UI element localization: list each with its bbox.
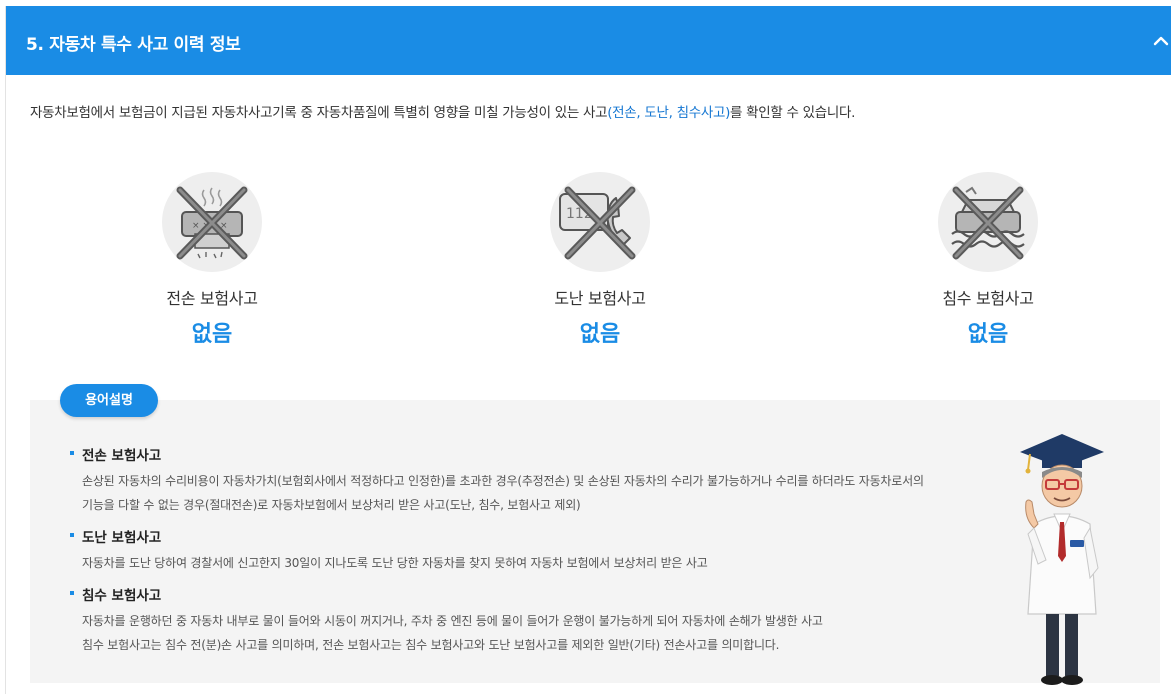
term-title: 침수 보험사고	[70, 584, 823, 604]
bullet-icon	[70, 533, 74, 537]
flooded-car-icon	[938, 172, 1038, 272]
term-description: 자동차를 도난 당하여 경찰서에 신고한지 30일이 지나도록 도난 당한 자동…	[70, 551, 708, 575]
term-title: 전손 보험사고	[70, 444, 924, 464]
stolen-car-phone-icon: 112	[550, 172, 650, 272]
glossary-term: 도난 보험사고 자동차를 도난 당하여 경찰서에 신고한지 30일이 지나도록 …	[70, 526, 708, 575]
bullet-icon	[70, 451, 74, 455]
accident-label: 침수 보험사고	[942, 289, 1034, 308]
term-title-text: 도난 보험사고	[82, 530, 162, 546]
intro-text: 자동차보험에서 보험금이 지급된 자동차사고기록 중 자동차품질에 특별히 영향…	[30, 101, 855, 121]
accident-label: 전손 보험사고	[166, 289, 258, 308]
term-title-text: 침수 보험사고	[82, 588, 162, 604]
accident-value: 없음	[579, 322, 621, 347]
term-line: 자동차를 도난 당하여 경찰서에 신고한지 30일이 지나도록 도난 당한 자동…	[82, 556, 708, 570]
glossary-term: 침수 보험사고 자동차를 운행하던 중 자동차 내부로 물이 들어와 시동이 꺼…	[70, 584, 823, 657]
chevron-up-icon[interactable]	[1150, 30, 1171, 52]
term-title-text: 전손 보험사고	[82, 448, 162, 464]
term-line: 자동차를 운행하던 중 자동차 내부로 물이 들어와 시동이 꺼지거나, 주차 …	[82, 614, 823, 628]
term-line: 손상된 자동차의 수리비용이 자동차가치(보험회사에서 적정하다고 인정한)를 …	[82, 474, 924, 488]
glossary-term: 전손 보험사고 손상된 자동차의 수리비용이 자동차가치(보험회사에서 적정하다…	[70, 444, 924, 517]
doctor-mascot-icon	[1012, 428, 1112, 694]
term-description: 자동차를 운행하던 중 자동차 내부로 물이 들어와 시동이 꺼지거나, 주차 …	[70, 609, 823, 657]
accident-total-loss: × × × 전손 보험사고 없음	[112, 172, 312, 348]
accident-value: 없음	[967, 322, 1009, 347]
bullet-icon	[70, 591, 74, 595]
intro-highlight: (전손, 도난, 침수사고)	[607, 105, 731, 121]
term-line: 침수 보험사고는 침수 전(분)손 사고를 의미하며, 전손 보험사고는 침수 …	[82, 638, 780, 652]
accident-label: 도난 보험사고	[554, 289, 646, 308]
glossary-badge: 용어설명	[60, 384, 158, 417]
intro-text-part: 를 확인할 수 있습니다.	[730, 105, 856, 121]
accident-theft: 112 도난 보험사고 없음	[500, 172, 700, 348]
intro-text-part: 자동차보험에서 보험금이 지급된 자동차사고기록 중 자동차품질에 특별히 영향…	[30, 105, 608, 121]
accident-value: 없음	[191, 322, 233, 347]
term-title: 도난 보험사고	[70, 526, 708, 546]
wrecked-car-icon: × × ×	[162, 172, 262, 272]
section-header[interactable]: 5. 자동차 특수 사고 이력 정보	[6, 6, 1171, 75]
term-line: 기능을 다할 수 없는 경우(절대전손)로 자동차보험에서 보상처리 받은 사고…	[82, 498, 581, 512]
accident-flood: 침수 보험사고 없음	[888, 172, 1088, 348]
section-title: 5. 자동차 특수 사고 이력 정보	[26, 35, 241, 55]
term-description: 손상된 자동차의 수리비용이 자동차가치(보험회사에서 적정하다고 인정한)를 …	[70, 469, 924, 517]
